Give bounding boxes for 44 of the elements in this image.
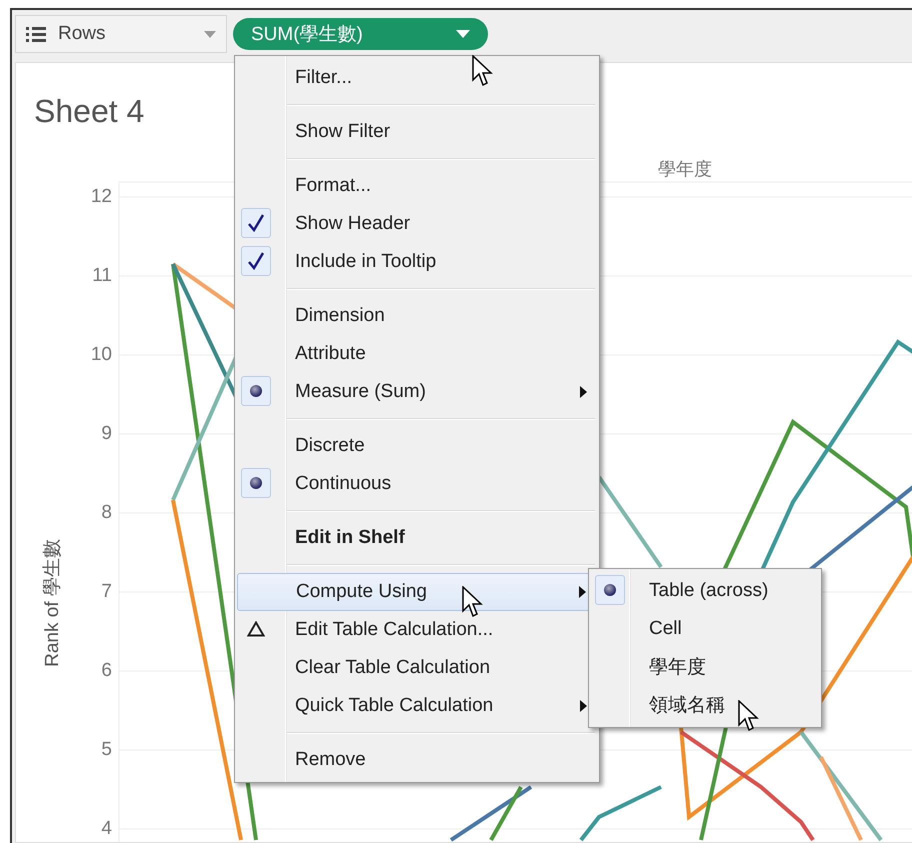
dropdown-caret-icon[interactable]	[204, 30, 216, 38]
menu-item[interactable]: Attribute	[237, 335, 597, 373]
menu-item[interactable]: Show Filter	[237, 113, 597, 151]
radio-dot-icon	[249, 384, 263, 398]
list-icon	[26, 26, 46, 42]
shelf-label: Rows	[58, 23, 107, 45]
menu-item[interactable]: Dimension	[237, 297, 597, 335]
menu-item[interactable]: Show Header	[237, 205, 597, 243]
sheet-title: Sheet 4	[34, 93, 144, 130]
menu-item[interactable]: Continuous	[237, 465, 597, 503]
axis-tick-label: 12	[90, 186, 112, 208]
axis-tick-label: 5	[101, 739, 112, 761]
checkmark-icon	[248, 214, 264, 232]
radio-dot-icon	[249, 476, 263, 490]
axis-title: Rank of 學生數	[41, 539, 64, 667]
submenu-arrow-icon	[580, 386, 587, 398]
submenu-arrow-icon	[580, 700, 587, 712]
menu-item[interactable]: Edit in Shelf	[237, 519, 597, 557]
submenu-item[interactable]: 領域名稱	[591, 686, 819, 724]
axis-tick-label: 6	[101, 660, 112, 682]
menu-item[interactable]: Include in Tooltip	[237, 243, 597, 281]
mouse-pointer-icon	[738, 700, 760, 732]
radio-dot-icon	[603, 583, 617, 597]
menu-item[interactable]: Filter...	[237, 59, 597, 97]
submenu-item[interactable]: 學年度	[591, 648, 819, 686]
menu-item[interactable]: Format...	[237, 167, 597, 205]
menu-item[interactable]: Measure (Sum)	[237, 373, 597, 411]
axis-tick-label: 9	[101, 423, 112, 445]
delta-icon	[247, 621, 265, 637]
axis-tick-label: 4	[101, 818, 112, 840]
axis-tick-label: 7	[101, 581, 112, 603]
mouse-pointer-icon	[472, 55, 494, 87]
axis-tick-label: 10	[90, 344, 112, 366]
field-pill[interactable]: SUM(學生數)	[233, 18, 488, 50]
axis-tick-label: 11	[92, 265, 112, 287]
column-header: 學年度	[658, 158, 712, 181]
caret-icon	[456, 30, 470, 38]
submenu-item[interactable]: Cell	[591, 610, 819, 648]
axis-tick-label: 8	[101, 502, 112, 524]
submenu-arrow-icon	[579, 586, 586, 598]
checkmark-icon	[248, 252, 264, 270]
menu-item[interactable]: Remove	[237, 741, 597, 779]
menu-item[interactable]: Discrete	[237, 427, 597, 465]
mouse-pointer-icon	[462, 586, 484, 618]
